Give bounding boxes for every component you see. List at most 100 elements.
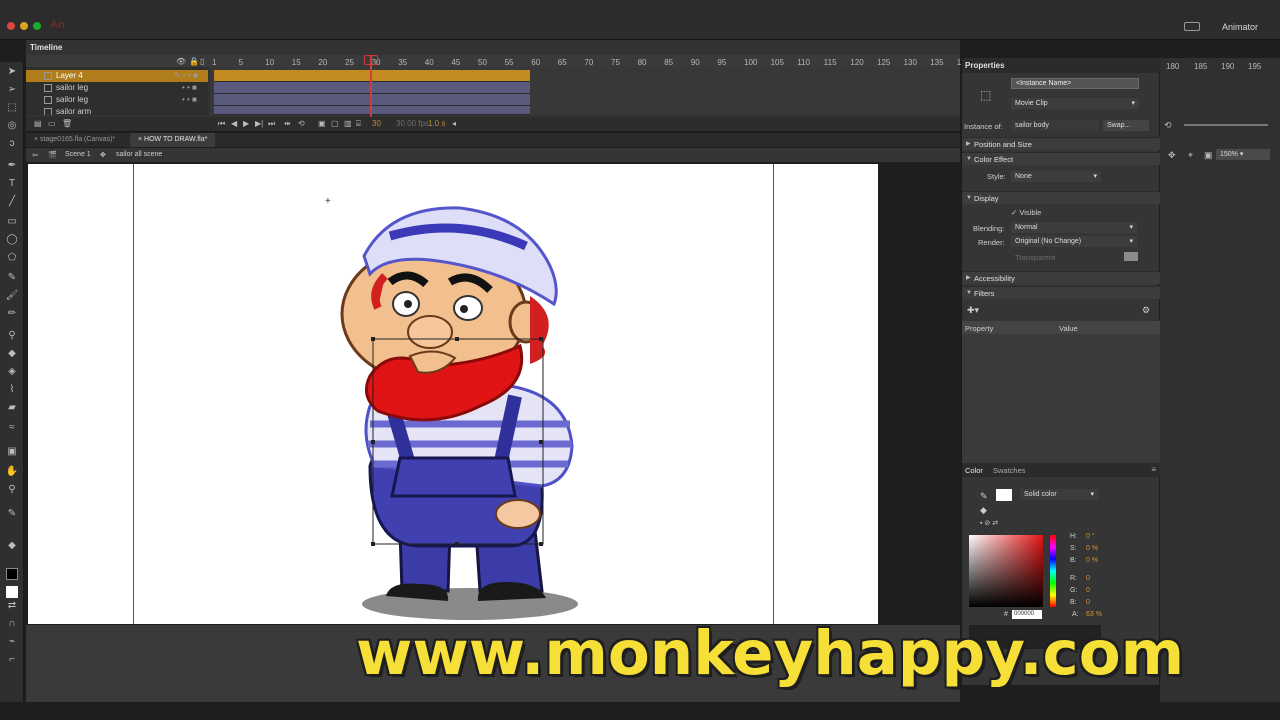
hue-slider[interactable] bbox=[1050, 535, 1056, 607]
frame-rate[interactable]: 30.00 fps bbox=[396, 119, 429, 128]
clip-content-icon[interactable]: ▣ bbox=[1204, 150, 1213, 161]
frame-ruler[interactable]: 👁 🔒 ▯ bbox=[26, 55, 960, 67]
visible-checkbox[interactable]: ✓ Visible bbox=[1011, 208, 1041, 217]
breadcrumb-symbol[interactable]: sailor all scene bbox=[116, 151, 162, 158]
loop-playback-icon[interactable]: ⟲ bbox=[1164, 120, 1172, 131]
properties-title[interactable]: Properties bbox=[962, 58, 1160, 73]
modify-markers-icon[interactable]: ⌸ bbox=[356, 119, 361, 129]
lasso-tool-icon[interactable]: ↄ bbox=[5, 138, 19, 150]
close-window-button[interactable] bbox=[7, 22, 15, 30]
text-tool-icon[interactable]: T bbox=[5, 178, 19, 190]
g-value[interactable]: 0 bbox=[1086, 587, 1090, 594]
paint-bucket-tool-icon[interactable]: ◆ bbox=[5, 348, 19, 360]
minimize-window-button[interactable] bbox=[20, 22, 28, 30]
selection-tool-icon[interactable]: ➤ bbox=[5, 66, 19, 78]
stroke-color-icon[interactable]: ✎ bbox=[5, 508, 19, 520]
pencil-tool-icon[interactable]: ✎ bbox=[5, 272, 19, 284]
layer-toggles[interactable]: • • ■ bbox=[182, 82, 197, 94]
blending-select[interactable]: Normal ▾ bbox=[1011, 222, 1137, 233]
panel-menu-icon[interactable]: ≡ bbox=[1151, 465, 1156, 474]
camera-tool-icon[interactable]: ▣ bbox=[5, 446, 19, 458]
no-color-icon[interactable]: ▪ ⊘ ⇄ bbox=[980, 519, 998, 527]
rectangle-tool-icon[interactable]: ▭ bbox=[5, 216, 19, 228]
symbol-type-select[interactable]: Movie Clip ▾ bbox=[1011, 98, 1139, 109]
frame-span[interactable] bbox=[214, 82, 530, 94]
section-accessibility[interactable]: ▶ Accessibility bbox=[962, 271, 1160, 284]
polystar-tool-icon[interactable]: ⬠ bbox=[5, 252, 19, 264]
playhead[interactable] bbox=[370, 55, 372, 117]
center-stage-icon[interactable]: ⌖ bbox=[1188, 150, 1193, 161]
zoom-tool-icon[interactable]: ⚲ bbox=[5, 484, 19, 496]
step-forward-icon[interactable]: ▶| bbox=[255, 119, 263, 128]
instance-name-input[interactable]: <Instance Name> bbox=[1011, 78, 1139, 89]
doc-tab-how-to-draw[interactable]: × HOW TO DRAW.fla* bbox=[130, 133, 216, 147]
new-folder-icon[interactable]: ▭ bbox=[48, 119, 56, 128]
center-frame-icon[interactable]: ⇹ bbox=[284, 119, 291, 128]
snap-to-objects-icon[interactable]: ∩ bbox=[5, 618, 19, 630]
render-bg-color-swatch[interactable] bbox=[1124, 252, 1138, 261]
alpha-value[interactable]: 63 % bbox=[1086, 611, 1102, 618]
frame-span[interactable] bbox=[214, 94, 530, 106]
tab-swatches[interactable]: Swatches bbox=[993, 466, 1026, 475]
paint-brush-tool-icon[interactable]: ✏ bbox=[5, 308, 19, 320]
swap-colors-icon[interactable]: ⇄ bbox=[5, 600, 19, 612]
show-hide-all-icon[interactable]: 👁 bbox=[176, 57, 186, 66]
layer-row[interactable]: sailor arm bbox=[26, 106, 208, 115]
onion-skin-icon[interactable]: ▣ bbox=[318, 119, 326, 128]
layer-row[interactable]: sailor leg • • ■ bbox=[26, 82, 208, 94]
hand-tool-icon[interactable]: ✋ bbox=[5, 466, 19, 478]
new-layer-icon[interactable]: ▤ bbox=[34, 119, 42, 128]
smooth-icon[interactable]: ⌁ bbox=[5, 636, 19, 648]
stroke-color-swatch[interactable] bbox=[6, 568, 18, 580]
oval-tool-icon[interactable]: ◯ bbox=[5, 234, 19, 246]
section-color-effect[interactable]: ▼ Color Effect bbox=[962, 152, 1160, 165]
scroll-left-icon[interactable]: ◂ bbox=[452, 119, 456, 128]
fill-type-select[interactable]: Solid color ▾ bbox=[1020, 489, 1098, 500]
step-back-icon[interactable]: ◀ bbox=[231, 119, 237, 128]
pan-icon[interactable]: ✥ bbox=[1168, 150, 1176, 161]
section-position-size[interactable]: ▶ Position and Size bbox=[962, 137, 1160, 150]
frame-span[interactable] bbox=[214, 106, 530, 115]
outline-all-icon[interactable]: ▯ bbox=[200, 57, 204, 66]
fill-color-swatch[interactable] bbox=[6, 586, 18, 598]
fill-bucket-icon[interactable]: ◆ bbox=[980, 505, 987, 516]
ink-bottle-tool-icon[interactable]: ◈ bbox=[5, 366, 19, 378]
frame-grid[interactable] bbox=[210, 67, 960, 115]
fill-white-swatch[interactable] bbox=[996, 489, 1012, 501]
play-icon[interactable]: ▶ bbox=[243, 119, 249, 128]
h-value[interactable]: 0 ° bbox=[1086, 533, 1095, 540]
pen-tool-icon[interactable]: ✒ bbox=[5, 160, 19, 172]
zoom-window-button[interactable] bbox=[33, 22, 41, 30]
go-to-first-frame-icon[interactable]: ⏮ bbox=[218, 119, 225, 129]
free-transform-tool-icon[interactable]: ⬚ bbox=[5, 102, 19, 114]
line-tool-icon[interactable]: ╱ bbox=[5, 196, 19, 208]
blue-value[interactable]: 0 bbox=[1086, 599, 1090, 606]
3d-rotation-tool-icon[interactable]: ◎ bbox=[5, 120, 19, 132]
back-arrow-icon[interactable]: ⇦ bbox=[32, 151, 38, 159]
tab-color[interactable]: Color bbox=[965, 466, 983, 475]
eyedropper-tool-icon[interactable]: ⌇ bbox=[5, 384, 19, 396]
straighten-icon[interactable]: ⌐ bbox=[5, 654, 19, 666]
workspace-layout-icon[interactable] bbox=[1184, 22, 1200, 31]
timeline-zoom-slider[interactable] bbox=[1184, 124, 1268, 126]
elapsed-time[interactable]: 1.0 s bbox=[428, 119, 445, 128]
brush-tool-icon[interactable]: 🖌 bbox=[5, 290, 19, 302]
filter-options-gear-icon[interactable]: ⚙ bbox=[1142, 305, 1150, 316]
eraser-tool-icon[interactable]: ▰ bbox=[5, 402, 19, 414]
render-select[interactable]: Original (No Change) ▾ bbox=[1011, 236, 1137, 247]
frame-span[interactable] bbox=[214, 70, 530, 82]
onion-outline-icon[interactable]: ▢ bbox=[331, 119, 339, 128]
add-filter-icon[interactable]: ✚▾ bbox=[967, 305, 979, 316]
lock-all-icon[interactable]: 🔒 bbox=[189, 57, 199, 66]
stroke-pencil-icon[interactable]: ✎ bbox=[980, 491, 988, 502]
sailor-character-illustration[interactable] bbox=[330, 196, 590, 626]
fill-color-icon[interactable]: ◆ bbox=[5, 540, 19, 552]
b-value[interactable]: 0 % bbox=[1086, 557, 1098, 564]
width-tool-icon[interactable]: ≈ bbox=[5, 422, 19, 434]
color-picker-field[interactable] bbox=[969, 535, 1043, 607]
loop-icon[interactable]: ⟲ bbox=[298, 119, 305, 128]
edit-multiple-frames-icon[interactable]: ▥ bbox=[344, 119, 352, 128]
section-display[interactable]: ▼ Display bbox=[962, 191, 1160, 204]
r-value[interactable]: 0 bbox=[1086, 575, 1090, 582]
current-frame[interactable]: 30 bbox=[372, 119, 381, 128]
